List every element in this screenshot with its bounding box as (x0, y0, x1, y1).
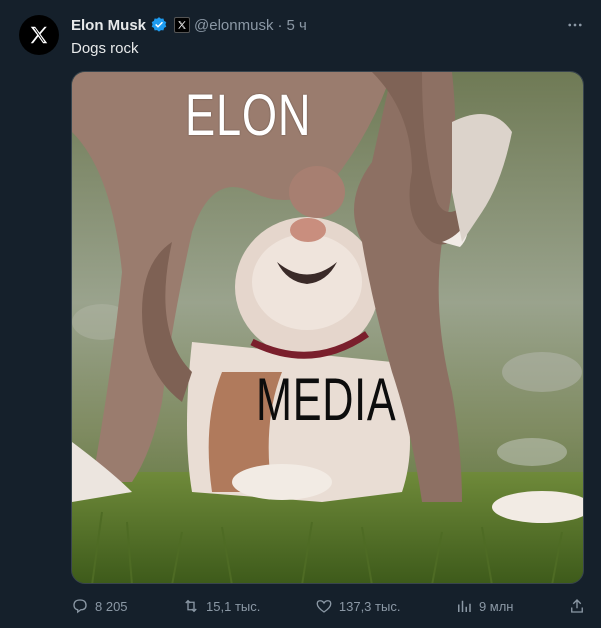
views-button[interactable]: 9 млн (455, 597, 514, 615)
like-icon (316, 600, 332, 613)
tweet-actions: 8 205 15,1 тыс. 137,3 тыс. 9 млн (71, 596, 586, 616)
avatar[interactable] (19, 15, 59, 55)
tweet-header: Elon Musk @elonmusk · 5 ч (71, 15, 307, 35)
meme-caption-bottom: MEDIA (256, 366, 397, 433)
tweet-media[interactable]: ELON MEDIA (71, 71, 584, 584)
verified-badge-icon (150, 16, 168, 34)
repost-count: 15,1 тыс. (206, 598, 261, 614)
like-count: 137,3 тыс. (338, 598, 401, 614)
more-icon (568, 23, 582, 27)
author-handle[interactable]: @elonmusk (194, 17, 273, 34)
tweet-card[interactable]: Elon Musk @elonmusk · 5 ч Dogs rock ELON… (0, 0, 601, 628)
meme-caption-top: ELON (185, 83, 312, 148)
repost-button[interactable]: 15,1 тыс. (182, 597, 260, 615)
meme-image (72, 72, 583, 583)
more-button[interactable] (564, 14, 586, 36)
views-count: 9 млн (478, 598, 514, 614)
views-icon (457, 600, 471, 612)
tweet-text: Dogs rock (71, 40, 139, 57)
like-button[interactable]: 137,3 тыс. (315, 597, 401, 615)
x-affiliate-icon[interactable] (174, 17, 191, 33)
reply-icon (73, 599, 87, 614)
reply-button[interactable]: 8 205 (71, 597, 128, 615)
separator: · (277, 16, 283, 34)
share-icon (571, 599, 583, 613)
reply-count: 8 205 (95, 598, 128, 614)
share-button[interactable] (568, 597, 586, 615)
timestamp[interactable]: 5 ч (286, 17, 306, 34)
x-logo-icon (30, 26, 48, 44)
repost-icon (185, 599, 197, 613)
author-name[interactable]: Elon Musk (71, 17, 146, 34)
